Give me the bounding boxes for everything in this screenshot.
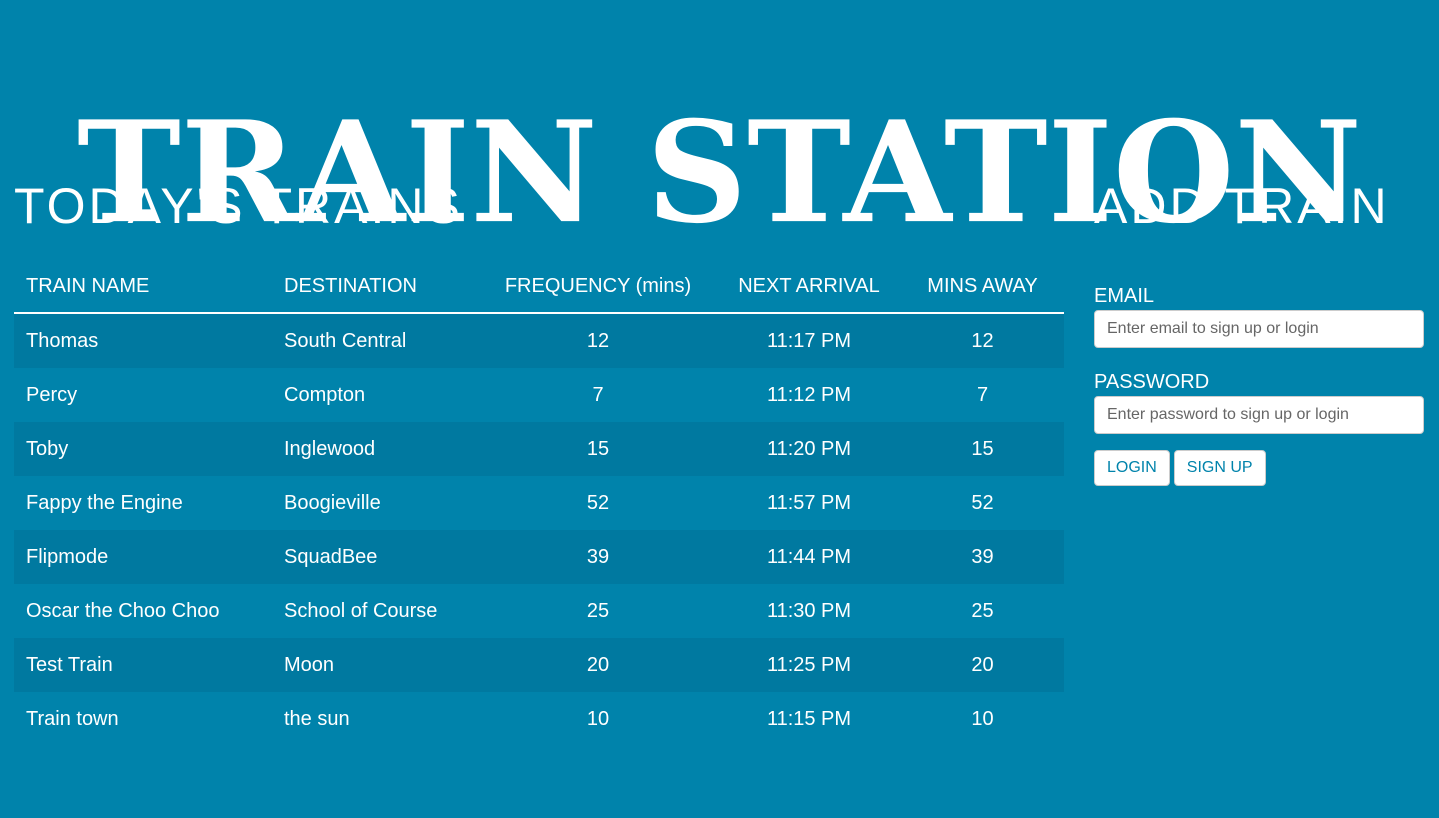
train-name-cell: Test Train	[26, 653, 113, 676]
frequency-cell: 25	[586, 599, 610, 622]
destination-cell: Compton	[284, 383, 366, 406]
next-arrival-cell: 11:30 PM	[766, 599, 852, 622]
next-arrival-cell: 11:20 PM	[766, 437, 852, 460]
table-row: Flipmode SquadBee 39 11:44 PM 39	[14, 530, 1064, 584]
email-label: EMAIL	[1094, 285, 1155, 307]
mins-away-cell: 12	[971, 329, 994, 352]
add-train-section-title: ADD TRAIN	[1094, 178, 1390, 234]
sign-up-button[interactable]: SIGN UP	[1173, 450, 1266, 486]
train-name-cell: Fappy the Engine	[26, 491, 183, 514]
next-arrival-cell: 11:44 PM	[766, 545, 852, 568]
mins-away-cell: 25	[971, 599, 994, 622]
frequency-cell: 20	[586, 653, 610, 676]
train-name-cell: Thomas	[26, 329, 99, 352]
trains-table: TRAIN NAME DESTINATION FREQUENCY (mins) …	[14, 260, 1064, 746]
destination-cell: South Central	[284, 329, 407, 352]
mins-away-cell: 20	[971, 653, 994, 676]
train-name-cell: Percy	[26, 383, 78, 406]
table-row: Thomas South Central 12 11:17 PM 12	[14, 313, 1064, 368]
table-row: Percy Compton 7 11:12 PM 7	[14, 368, 1064, 422]
table-row: Toby Inglewood 15 11:20 PM 15	[14, 422, 1064, 476]
column-header-train-name: TRAIN NAME	[14, 260, 272, 314]
destination-cell: the sun	[284, 707, 350, 730]
destination-cell: Boogieville	[284, 491, 381, 514]
column-header-frequency: FREQUENCY (mins)	[479, 260, 717, 314]
column-header-next-arrival: NEXT ARRIVAL	[717, 260, 901, 314]
train-name-cell: Flipmode	[26, 545, 109, 568]
destination-cell: SquadBee	[284, 545, 378, 568]
auth-button-row: LOGIN SIGN UP	[1094, 450, 1424, 486]
mins-away-cell: 52	[971, 491, 994, 514]
frequency-cell: 7	[592, 383, 604, 406]
mins-away-cell: 7	[976, 383, 989, 406]
table-header-row: TRAIN NAME DESTINATION FREQUENCY (mins) …	[14, 260, 1064, 314]
table-row: Train town the sun 10 11:15 PM 10	[14, 692, 1064, 746]
column-header-mins-away: MINS AWAY	[901, 260, 1064, 314]
next-arrival-cell: 11:57 PM	[766, 491, 852, 514]
destination-cell: Moon	[284, 653, 335, 676]
next-arrival-cell: 11:12 PM	[766, 383, 852, 406]
login-button[interactable]: LOGIN	[1094, 450, 1170, 486]
email-field[interactable]	[1094, 310, 1424, 348]
next-arrival-cell: 11:15 PM	[766, 707, 852, 730]
train-name-cell: Toby	[26, 437, 69, 460]
frequency-cell: 52	[586, 491, 610, 514]
frequency-cell: 12	[586, 329, 610, 352]
destination-cell: Inglewood	[284, 437, 376, 460]
page: TRAIN STATION TODAY'S TRAINS ADD TRAIN T…	[0, 0, 1439, 818]
frequency-cell: 10	[586, 707, 610, 730]
table-row: Oscar the Choo Choo School of Course 25 …	[14, 584, 1064, 638]
password-label: PASSWORD	[1094, 371, 1210, 393]
column-header-destination: DESTINATION	[272, 260, 479, 314]
train-name-cell: Train town	[26, 707, 119, 730]
password-field[interactable]	[1094, 396, 1424, 434]
trains-section-title: TODAY'S TRAINS	[14, 178, 463, 234]
frequency-cell: 39	[586, 545, 610, 568]
table-row: Test Train Moon 20 11:25 PM 20	[14, 638, 1064, 692]
mins-away-cell: 10	[971, 707, 994, 730]
mins-away-cell: 15	[971, 437, 994, 460]
frequency-cell: 15	[586, 437, 610, 460]
auth-form: EMAIL PASSWORD LOGIN SIGN UP	[1094, 284, 1424, 486]
train-name-cell: Oscar the Choo Choo	[26, 599, 220, 622]
next-arrival-cell: 11:17 PM	[766, 329, 852, 352]
table-row: Fappy the Engine Boogieville 52 11:57 PM…	[14, 476, 1064, 530]
mins-away-cell: 39	[971, 545, 994, 568]
next-arrival-cell: 11:25 PM	[766, 653, 852, 676]
destination-cell: School of Course	[284, 599, 438, 622]
